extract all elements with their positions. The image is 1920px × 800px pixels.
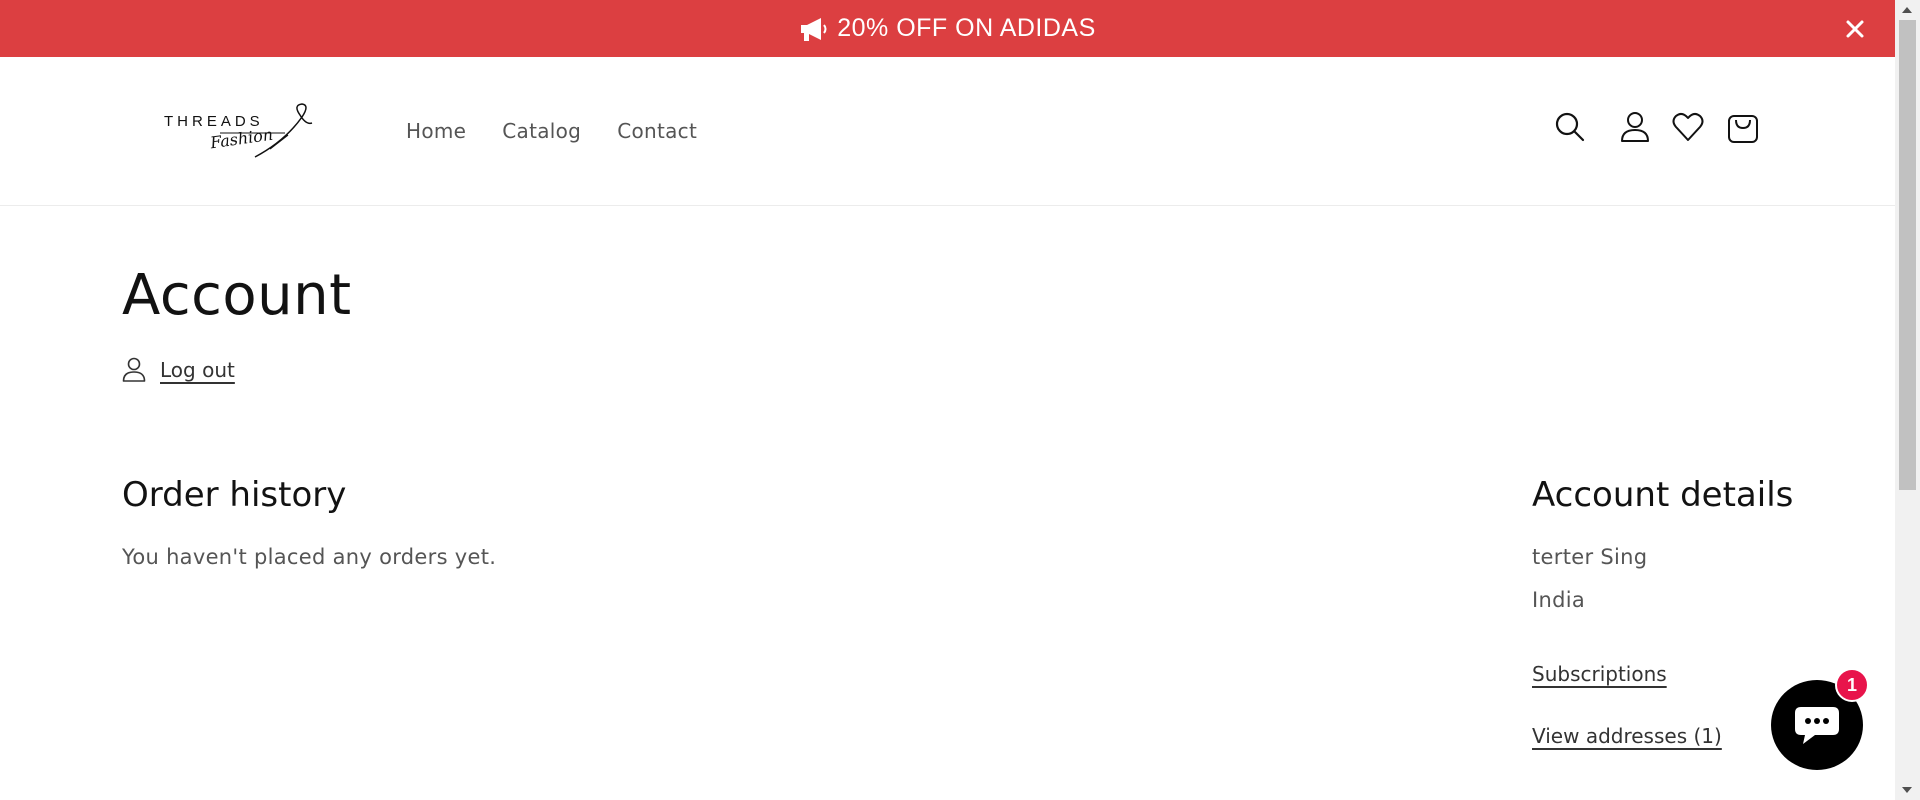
account-details: Account details terter Sing India Subscr… [1532, 475, 1794, 748]
chat-bubble-icon [1795, 707, 1839, 744]
page-title: Account [122, 263, 352, 328]
site-header: THREADS Fashion Home Catalog Contact [0, 57, 1895, 206]
order-history-title: Order history [122, 475, 347, 515]
scroll-up-arrow-icon[interactable] [1902, 7, 1912, 13]
logout-link[interactable]: Log out [160, 358, 235, 382]
scrollbar[interactable] [1895, 0, 1920, 800]
account-name: terter Sing [1532, 545, 1648, 569]
announcement-bar: 20% OFF ON ADIDAS [0, 0, 1895, 57]
chat-button[interactable]: 1 [1771, 668, 1869, 770]
nav-catalog[interactable]: Catalog [502, 119, 581, 143]
subscriptions-link[interactable]: Subscriptions [1532, 662, 1667, 686]
main-nav: Home Catalog Contact [406, 57, 733, 205]
order-empty-message: You haven't placed any orders yet. [122, 545, 497, 569]
scroll-down-arrow-icon[interactable] [1902, 787, 1912, 793]
header-icons [1550, 107, 1763, 147]
logout-row: Log out [122, 357, 235, 383]
nav-home[interactable]: Home [406, 119, 466, 143]
chat-badge: 1 [1835, 668, 1869, 702]
scrollbar-thumb[interactable] [1899, 20, 1916, 490]
search-icon[interactable] [1550, 107, 1590, 147]
heart-icon[interactable] [1668, 107, 1708, 147]
megaphone-icon [801, 17, 827, 41]
logo[interactable]: THREADS Fashion [160, 99, 320, 164]
account-country: India [1532, 588, 1586, 612]
announcement-text: 20% OFF ON ADIDAS [837, 14, 1096, 42]
account-icon[interactable] [1615, 107, 1655, 147]
view-addresses-link[interactable]: View addresses (1) [1532, 724, 1722, 748]
cart-icon[interactable] [1723, 107, 1763, 147]
person-icon [122, 357, 146, 382]
nav-contact[interactable]: Contact [617, 119, 697, 143]
page: 20% OFF ON ADIDAS THREADS Fashion Home C… [0, 0, 1895, 800]
account-details-title: Account details [1532, 475, 1794, 515]
close-icon[interactable] [1843, 17, 1867, 41]
